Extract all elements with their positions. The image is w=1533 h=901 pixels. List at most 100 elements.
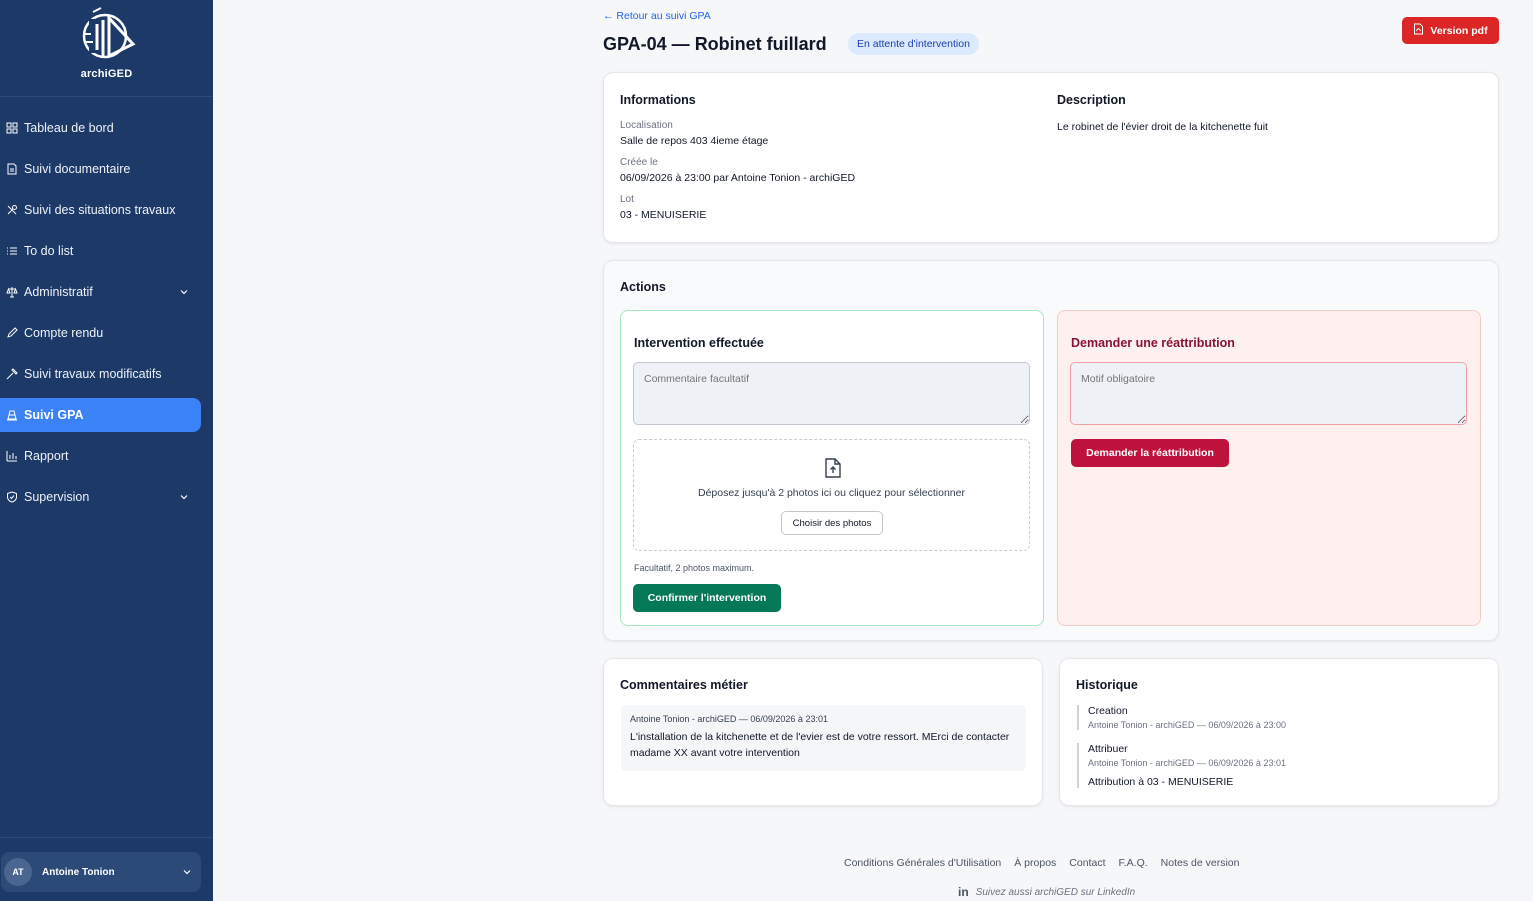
sidebar-item-suivi-travaux-modificatifs[interactable]: Suivi travaux modificatifs: [0, 357, 213, 391]
avatar: AT: [4, 858, 32, 886]
field-localisation: Localisation Salle de repos 403 4ieme ét…: [620, 120, 855, 147]
comment-item: Antoine Tonion - archiGED — 06/09/2026 à…: [621, 705, 1026, 771]
file-upload-icon: [823, 457, 843, 482]
sidebar-item-suivi-situations-travaux[interactable]: Suivi des situations travaux: [0, 193, 213, 227]
sidebar-item-label: Rapport: [24, 449, 69, 463]
footer-links: Conditions Générales d'Utilisation À pro…: [844, 857, 1239, 869]
user-menu[interactable]: AT Antoine Tonion: [1, 852, 201, 892]
history-item: Attribuer Antoine Tonion - archiGED — 06…: [1077, 743, 1286, 788]
linkedin-link[interactable]: in Suivez aussi archiGED sur LinkedIn: [958, 885, 1135, 899]
comment-text: L'installation de la kitchenette et de l…: [630, 731, 1010, 759]
sidebar-item-label: Suivi des situations travaux: [24, 203, 176, 217]
history-item-meta: Antoine Tonion - archiGED — 06/09/2026 à…: [1088, 758, 1286, 768]
brand-logo[interactable]: archiGED: [0, 0, 213, 97]
description-title: Description: [1057, 93, 1126, 107]
choose-photos-button[interactable]: Choisir des photos: [781, 511, 883, 535]
sidebar-item-label: Suivi documentaire: [24, 162, 131, 176]
history-item-meta: Antoine Tonion - archiGED — 06/09/2026 à…: [1088, 720, 1286, 730]
history-item-title: Creation: [1088, 705, 1128, 717]
file-pdf-icon: [1413, 23, 1424, 38]
actions-card: Actions Intervention effectuée Déposez j…: [603, 260, 1499, 641]
comments-card: Commentaires métier Antoine Tonion - arc…: [603, 658, 1043, 806]
field-lot: Lot 03 - MENUISERIE: [620, 194, 855, 221]
list-icon: [6, 245, 18, 257]
sidebar-item-suivi-documentaire[interactable]: Suivi documentaire: [0, 152, 213, 186]
information-card: Informations Localisation Salle de repos…: [603, 72, 1499, 243]
back-to-gpa-link[interactable]: ← Retour au suivi GPA: [603, 10, 711, 22]
status-badge: En attente d'intervention: [848, 33, 979, 55]
sidebar-item-suivi-gpa[interactable]: Suivi GPA: [0, 398, 201, 432]
footer-link-contact[interactable]: Contact: [1069, 857, 1105, 869]
archiged-logo-icon: [82, 7, 135, 59]
sidebar-nav: Tableau de bord Suivi documentaire Suivi…: [0, 111, 213, 521]
brand-name: archiGED: [80, 68, 133, 80]
reassign-reason-input[interactable]: [1070, 362, 1467, 425]
footer-link-cgu[interactable]: Conditions Générales d'Utilisation: [844, 857, 1001, 869]
shield-icon: [6, 491, 18, 503]
pdf-button-label: Version pdf: [1430, 24, 1488, 37]
sidebar-item-label: Suivi travaux modificatifs: [24, 367, 162, 381]
field-label: Localisation: [620, 120, 673, 131]
photo-dropzone[interactable]: Déposez jusqu'à 2 photos ici ou cliquez …: [633, 439, 1030, 551]
request-reassign-button[interactable]: Demander la réattribution: [1071, 439, 1229, 467]
sidebar-item-to-do-list[interactable]: To do list: [0, 234, 213, 268]
sidebar-item-label: To do list: [24, 244, 74, 258]
chevron-down-icon[interactable]: [182, 867, 192, 880]
comment-meta: Antoine Tonion - archiGED — 06/09/2026 à…: [630, 714, 828, 724]
scale-icon: [6, 286, 18, 298]
document-icon: [6, 163, 18, 175]
description-text: Le robinet de l'évier droit de la kitche…: [1057, 121, 1268, 133]
user-name: Antoine Tonion: [42, 866, 115, 878]
sidebar-item-rapport[interactable]: Rapport: [0, 439, 213, 473]
sidebar: archiGED Tableau de bord Suivi documenta…: [0, 0, 213, 901]
sidebar-item-label: Compte rendu: [24, 326, 104, 340]
footer-link-release-notes[interactable]: Notes de version: [1161, 857, 1240, 869]
tools-icon: [6, 204, 18, 216]
sidebar-item-compte-rendu[interactable]: Compte rendu: [0, 316, 213, 350]
information-section: Informations Localisation Salle de repos…: [620, 93, 855, 221]
sidebar-item-label: Tableau de bord: [24, 121, 114, 135]
sidebar-item-label: Supervision: [24, 490, 90, 504]
footer-link-about[interactable]: À propos: [1014, 857, 1056, 869]
cone-icon: [6, 409, 18, 421]
footer-link-faq[interactable]: F.A.Q.: [1118, 857, 1147, 869]
sidebar-item-tableau-de-bord[interactable]: Tableau de bord: [0, 111, 213, 145]
chevron-down-icon[interactable]: [179, 286, 189, 300]
sidebar-item-label: Suivi GPA: [24, 408, 84, 422]
linkedin-text: Suivez aussi archiGED sur LinkedIn: [975, 886, 1136, 898]
reassign-panel: Demander une réattribution Demander la r…: [1057, 310, 1481, 626]
field-value: 03 - MENUISERIE: [620, 209, 707, 221]
field-value: Salle de repos 403 4ieme étage: [620, 135, 769, 147]
history-card: Historique Creation Antoine Tonion - arc…: [1059, 658, 1499, 806]
intervention-panel: Intervention effectuée Déposez jusqu'à 2…: [620, 310, 1044, 626]
chevron-down-icon[interactable]: [179, 491, 189, 505]
page-title: GPA-04 — Robinet fuillard: [603, 34, 827, 54]
comments-title: Commentaires métier: [620, 678, 748, 692]
photo-hint: Facultatif, 2 photos maximum.: [634, 563, 755, 573]
sidebar-item-supervision[interactable]: Supervision: [0, 480, 213, 514]
intervention-title: Intervention effectuée: [634, 336, 764, 350]
history-item: Creation Antoine Tonion - archiGED — 06/…: [1077, 705, 1286, 730]
field-created: Créée le 06/09/2026 à 23:00 par Antoine …: [620, 157, 855, 184]
description-section: Description Le robinet de l'évier droit …: [1057, 93, 1268, 133]
linkedin-icon: in: [958, 885, 969, 899]
field-label: Lot: [620, 194, 634, 205]
reassign-title: Demander une réattribution: [1071, 336, 1235, 350]
sidebar-item-administratif[interactable]: Administratif: [0, 275, 213, 309]
information-title: Informations: [620, 93, 696, 107]
history-item-title: Attribuer: [1088, 743, 1128, 755]
history-item-detail: Attribution à 03 - MENUISERIE: [1088, 776, 1234, 788]
intervention-comment-input[interactable]: [633, 362, 1030, 425]
hammer-icon: [6, 368, 18, 380]
confirm-intervention-button[interactable]: Confirmer l'intervention: [633, 584, 781, 612]
bar-chart-icon: [6, 450, 18, 462]
history-title: Historique: [1076, 678, 1138, 692]
actions-title: Actions: [620, 280, 666, 294]
grid-icon: [6, 122, 18, 134]
sidebar-divider: [0, 837, 213, 838]
field-label: Créée le: [620, 157, 658, 168]
field-value: 06/09/2026 à 23:00 par Antoine Tonion - …: [620, 172, 856, 184]
pdf-version-button[interactable]: Version pdf: [1402, 17, 1499, 44]
sidebar-item-label: Administratif: [24, 285, 93, 299]
pen-icon: [6, 327, 18, 339]
